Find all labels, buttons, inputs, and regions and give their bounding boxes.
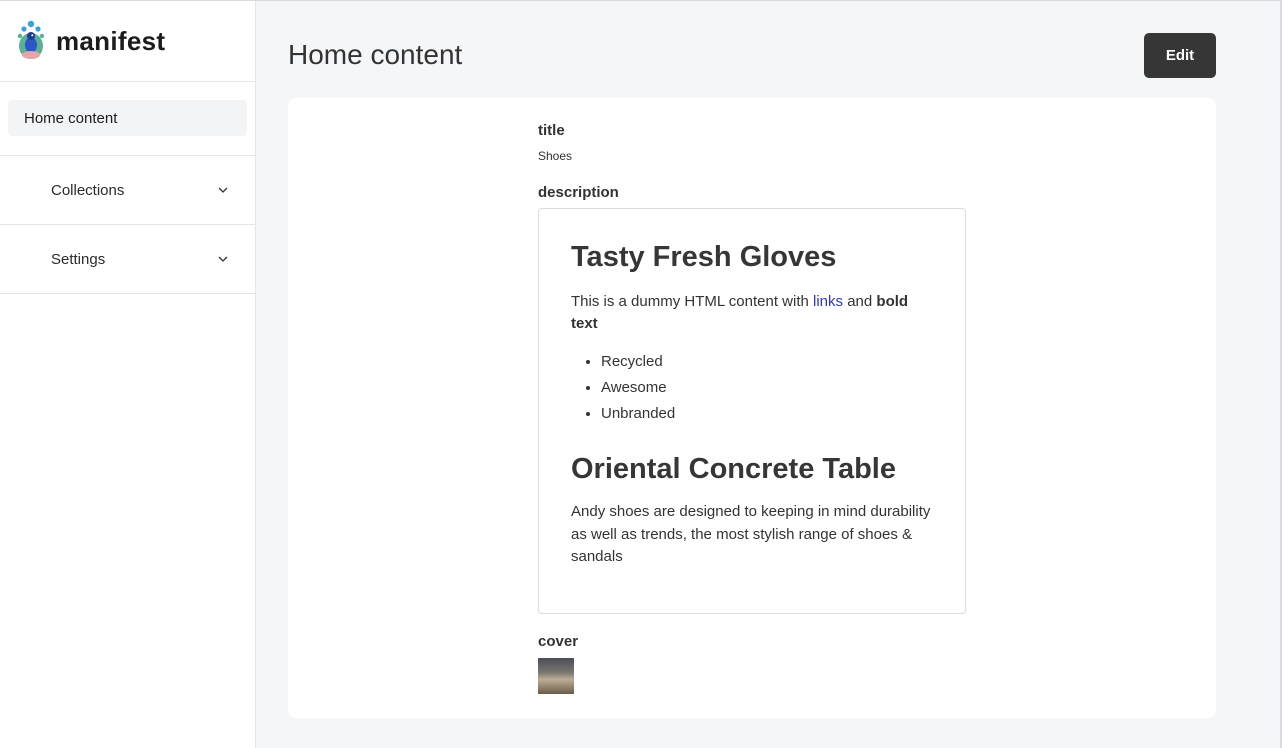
brand[interactable]: manifest [0,1,255,82]
sidebar-group-label: Settings [51,250,106,268]
field-label: description [538,184,619,201]
rich-heading: Oriental Concrete Table [571,453,896,485]
sidebar-item-home-content[interactable]: Home content [8,100,247,136]
field-title: title Shoes [538,122,572,163]
page-title: Home content [288,39,463,70]
peacock-logo-icon [17,20,45,59]
detail-card: title Shoes description Tasty Fresh Glov… [288,98,1216,718]
chevron-down-icon [218,256,228,262]
list-item: Unbranded [601,401,933,427]
cover-image-thumbnail[interactable] [538,658,574,694]
rich-link[interactable]: links [813,293,843,310]
sidebar-group-label: Collections [51,181,125,199]
sidebar: manifest Home content Collections Settin… [0,1,256,748]
rich-paragraph: Andy shoes are designed to keeping in mi… [571,503,931,565]
edit-button[interactable]: Edit [1144,33,1216,78]
field-value: Shoes [538,149,573,163]
sidebar-section-content: Home content [0,82,255,156]
main-content: Home content Edit title Shoes descriptio… [256,1,1280,748]
rich-heading: Tasty Fresh Gloves [571,241,837,273]
field-description-label-wrap: description [538,184,619,201]
chevron-down-icon [218,187,228,193]
rich-paragraph: This is a dummy HTML content with links … [571,291,933,335]
paragraph-text: and [843,293,877,310]
description-rich-text: Tasty Fresh Gloves This is a dummy HTML … [538,208,966,614]
list-item: Awesome [601,375,933,401]
paragraph-text: This is a dummy HTML content with [571,293,814,310]
sidebar-group-collections[interactable]: Collections [0,156,255,225]
app-window: manifest Home content Collections Settin… [0,0,1282,748]
sidebar-group-settings[interactable]: Settings [0,225,255,294]
field-cover: cover [538,633,578,694]
list-item: Recycled [601,349,933,375]
rich-list: Recycled Awesome Unbranded [571,349,933,427]
field-label: cover [538,633,579,650]
brand-name: manifest [56,25,166,56]
field-label: title [538,122,565,139]
